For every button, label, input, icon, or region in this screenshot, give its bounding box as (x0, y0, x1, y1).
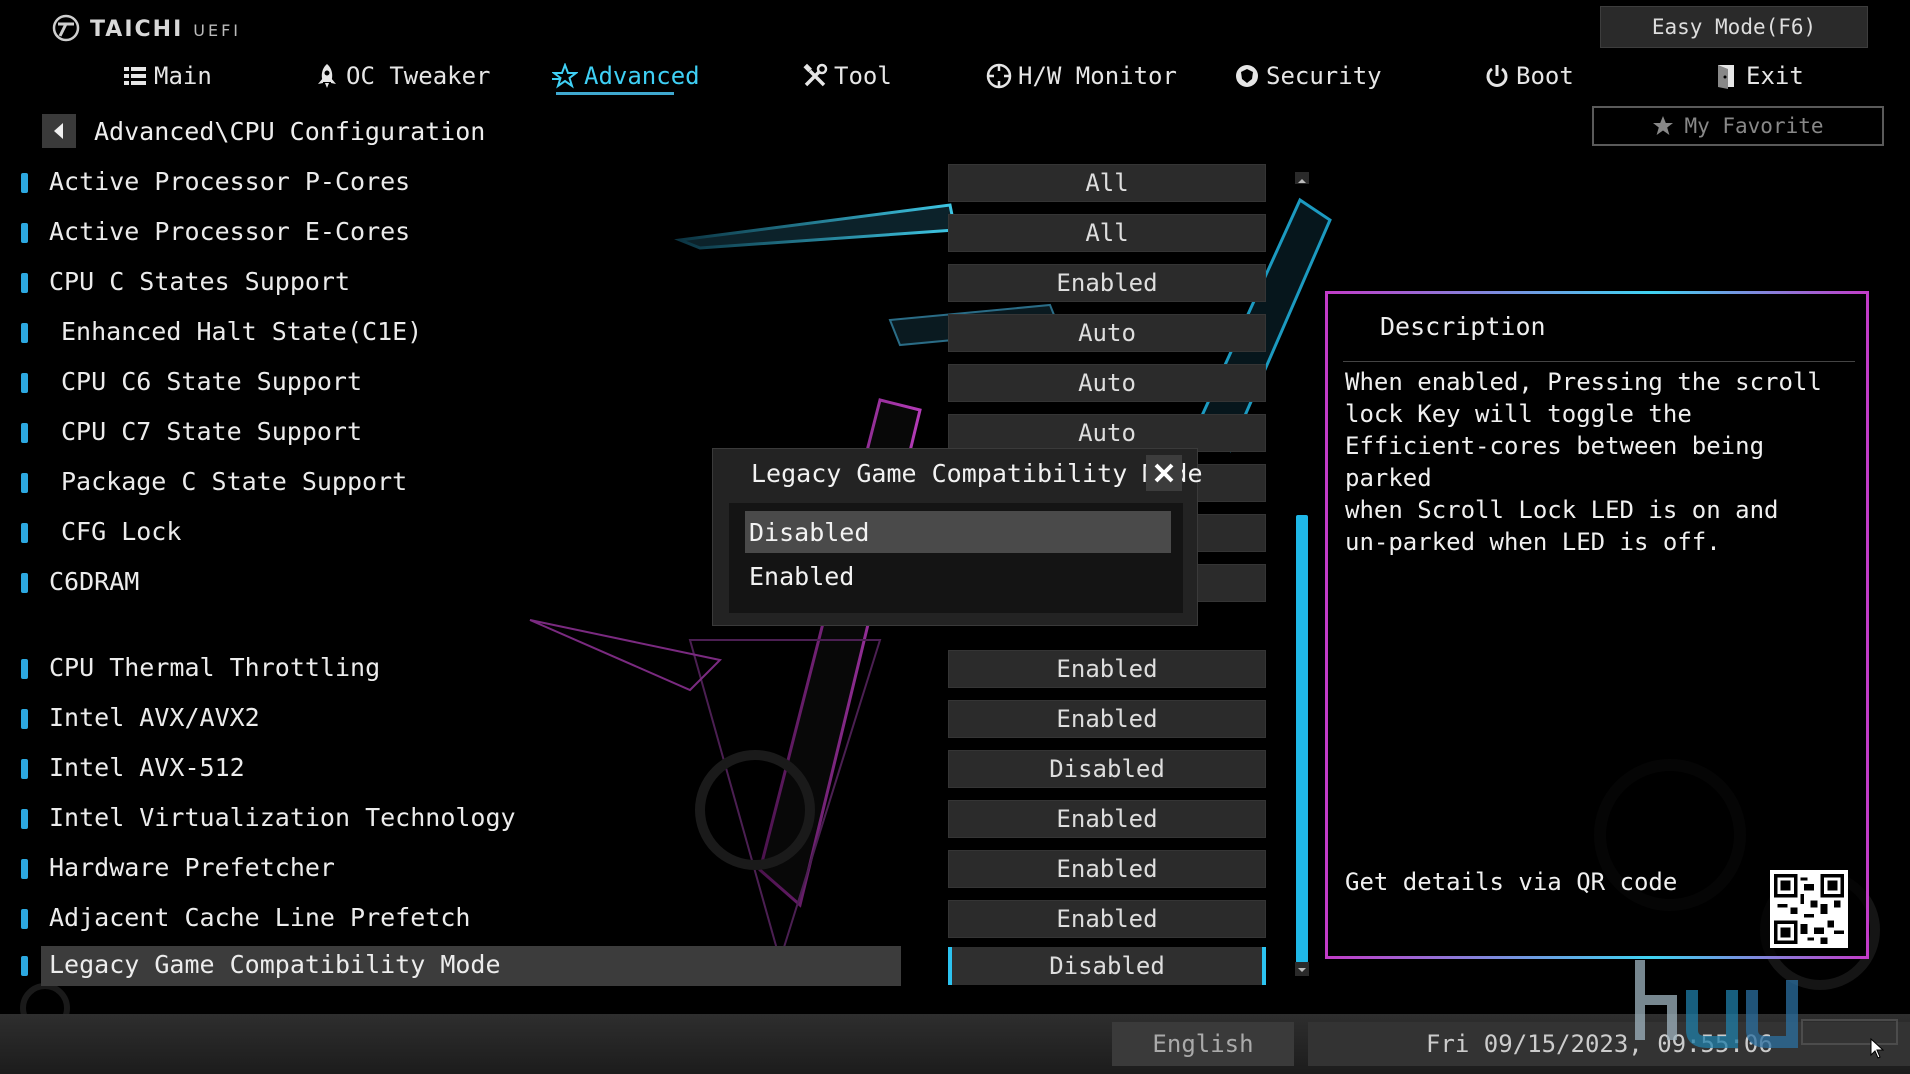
item-bullet (21, 173, 28, 193)
item-bullet (21, 759, 28, 779)
setting-cpu-c6-state-support[interactable]: CPU C6 State Support Auto (0, 361, 1300, 405)
tab-exit[interactable]: Exit (1714, 56, 1804, 96)
option-enabled[interactable]: Enabled (745, 555, 1171, 597)
scroll-down-arrow[interactable] (1295, 962, 1309, 976)
setting-active-processor-e-cores[interactable]: Active Processor E-Cores All (0, 211, 1300, 255)
setting-label: C6DRAM (49, 567, 140, 596)
setting-value[interactable]: Disabled (948, 750, 1266, 788)
setting-value[interactable]: All (948, 164, 1266, 202)
item-bullet (21, 659, 28, 679)
description-divider (1343, 361, 1855, 362)
setting-label: Active Processor P-Cores (49, 167, 411, 196)
setting-value[interactable]: Auto (948, 364, 1266, 402)
item-bullet (21, 909, 28, 929)
setting-value[interactable]: Enabled (948, 650, 1266, 688)
setting-label: CPU C States Support (49, 267, 351, 296)
setting-adjacent-cache-line-prefetch[interactable]: Adjacent Cache Line Prefetch Enabled (0, 897, 1300, 941)
item-bullet (21, 709, 28, 729)
item-bullet (21, 956, 28, 976)
option-disabled[interactable]: Disabled (745, 511, 1171, 553)
setting-label: Hardware Prefetcher (49, 853, 335, 882)
setting-label: CPU C7 State Support (61, 417, 363, 446)
item-bullet (21, 273, 28, 293)
setting-label: CPU Thermal Throttling (49, 653, 381, 682)
qr-code-label: Get details via QR code (1345, 868, 1678, 896)
setting-value[interactable]: Enabled (948, 700, 1266, 738)
setting-value[interactable]: Enabled (948, 800, 1266, 838)
setting-hardware-prefetcher[interactable]: Hardware Prefetcher Enabled (0, 847, 1300, 891)
setting-label: Legacy Game Compatibility Mode (49, 950, 501, 979)
tab-boot[interactable]: Boot (1484, 56, 1574, 96)
easy-mode-button[interactable]: Easy Mode(F6) (1600, 6, 1868, 48)
tab-boot-label: Boot (1516, 62, 1574, 90)
power-icon (1486, 65, 1508, 87)
setting-value[interactable]: All (948, 214, 1266, 252)
item-bullet (21, 323, 28, 343)
setting-label: Intel AVX/AVX2 (49, 703, 260, 732)
qr-code-icon[interactable] (1770, 870, 1848, 948)
setting-value[interactable]: Disabled (948, 947, 1266, 985)
setting-intel-virtualization[interactable]: Intel Virtualization Technology Enabled (0, 797, 1300, 841)
setting-intel-avx-512[interactable]: Intel AVX-512 Disabled (0, 747, 1300, 791)
setting-label: Package C State Support (61, 467, 408, 496)
setting-cpu-thermal-throttling[interactable]: CPU Thermal Throttling Enabled (0, 647, 1300, 691)
setting-label: CFG Lock (61, 517, 182, 546)
setting-label: Intel Virtualization Technology (49, 803, 516, 832)
watermark-logo (1635, 960, 1898, 1048)
description-panel: Description When enabled, Pressing the s… (1325, 291, 1869, 959)
tab-exit-label: Exit (1746, 62, 1804, 90)
scroll-up-arrow[interactable] (1295, 172, 1309, 184)
setting-label: Enhanced Halt State(C1E) (61, 317, 423, 346)
setting-cpu-c-states-support[interactable]: CPU C States Support Enabled (0, 261, 1300, 305)
dialog-close-button[interactable] (1146, 455, 1182, 491)
setting-label: Intel AVX-512 (49, 753, 245, 782)
item-bullet (21, 859, 28, 879)
language-button[interactable]: English (1112, 1022, 1294, 1066)
setting-label: CPU C6 State Support (61, 367, 363, 396)
item-bullet (21, 473, 28, 493)
setting-active-processor-p-cores[interactable]: Active Processor P-Cores All (0, 161, 1300, 205)
option-dialog: Legacy Game Compatibility Mode Disabled … (712, 448, 1203, 626)
dialog-title: Legacy Game Compatibility Mode (751, 459, 1203, 488)
setting-label: Adjacent Cache Line Prefetch (49, 903, 471, 932)
my-favorite-label: My Favorite (1684, 114, 1824, 138)
item-bullet (21, 373, 28, 393)
setting-value[interactable]: Enabled (948, 850, 1266, 888)
mouse-cursor-icon (1870, 1038, 1884, 1059)
description-text: When enabled, Pressing the scroll lock K… (1345, 368, 1822, 556)
setting-value[interactable]: Auto (948, 314, 1266, 352)
setting-enhanced-halt-state[interactable]: Enhanced Halt State(C1E) Auto (0, 311, 1300, 355)
close-icon (1154, 463, 1174, 483)
dialog-options-list: Disabled Enabled (729, 503, 1183, 613)
item-bullet (21, 573, 28, 593)
exit-door-icon (1718, 65, 1734, 89)
setting-value[interactable]: Enabled (948, 900, 1266, 938)
item-bullet (21, 223, 28, 243)
setting-legacy-game-compatibility-mode[interactable]: Legacy Game Compatibility Mode Disabled (0, 944, 1300, 988)
item-bullet (21, 523, 28, 543)
item-bullet (21, 809, 28, 829)
arrow-up-icon (1298, 179, 1306, 183)
setting-value[interactable]: Enabled (948, 264, 1266, 302)
my-favorite-button[interactable]: My Favorite (1592, 106, 1884, 146)
description-title: Description (1380, 312, 1546, 341)
star-icon (1653, 116, 1674, 135)
item-bullet (21, 423, 28, 443)
setting-value[interactable]: Auto (948, 414, 1266, 452)
scrollbar-thumb[interactable] (1296, 515, 1308, 963)
arrow-down-icon (1298, 968, 1306, 972)
setting-label: Active Processor E-Cores (49, 217, 411, 246)
setting-intel-avx-avx2[interactable]: Intel AVX/AVX2 Enabled (0, 697, 1300, 741)
